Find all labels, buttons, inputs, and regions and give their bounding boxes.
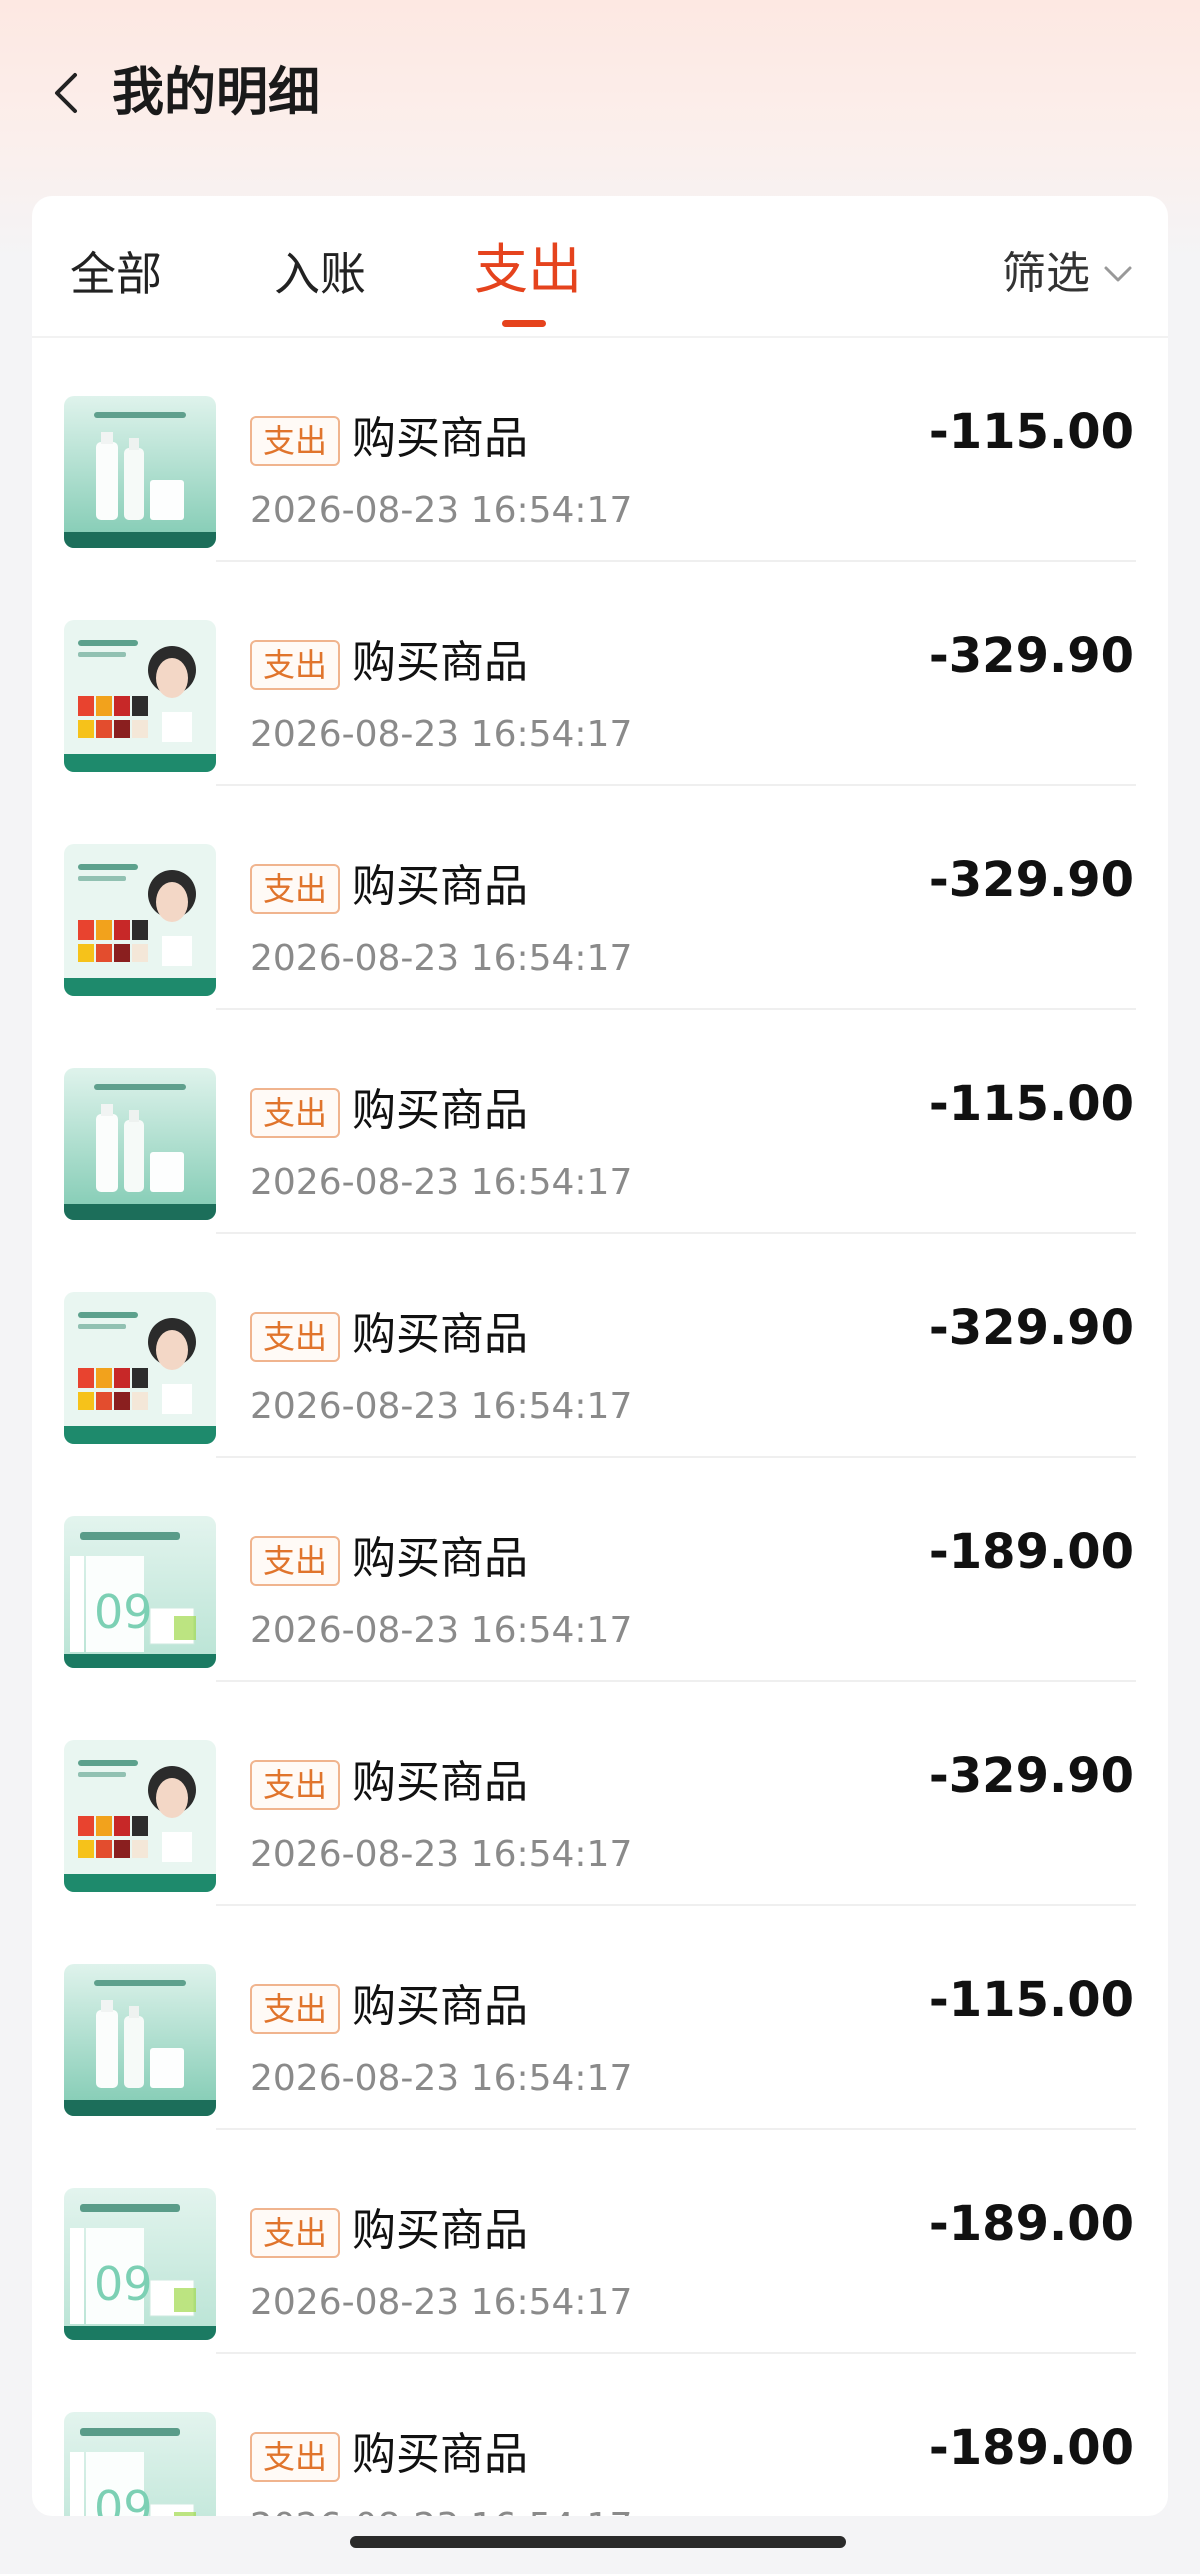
tab-expense[interactable]: 支出 — [474, 240, 582, 300]
expense-badge: 支出 — [250, 640, 340, 690]
transaction-amount: -189.00 — [928, 2196, 1134, 2252]
transaction-title: 购买商品 — [352, 637, 528, 688]
product-thumbnail — [64, 1740, 216, 1892]
tab-income[interactable]: 入账 — [274, 244, 366, 304]
expense-badge: 支出 — [250, 2208, 340, 2258]
product-thumbnail — [64, 1292, 216, 1444]
expense-badge: 支出 — [250, 1760, 340, 1810]
filter-button[interactable]: 筛选 — [1002, 244, 1134, 304]
transaction-amount: -329.90 — [928, 852, 1134, 908]
svg-text:09: 09 — [94, 1585, 153, 1639]
transaction-item[interactable]: 支出 购买商品 2026-08-23 16:54:17 -115.00 — [32, 338, 1168, 562]
transaction-amount: -189.00 — [928, 2420, 1134, 2476]
product-thumbnail: 09 — [64, 1516, 216, 1668]
transaction-item[interactable]: 支出 购买商品 2026-08-23 16:54:17 -329.90 — [32, 562, 1168, 786]
transaction-title: 购买商品 — [352, 1085, 528, 1136]
active-tab-indicator — [502, 320, 546, 327]
transaction-amount: -329.90 — [928, 628, 1134, 684]
svg-text:09: 09 — [94, 2481, 153, 2516]
expense-badge: 支出 — [250, 1536, 340, 1586]
transaction-amount: -329.90 — [928, 1300, 1134, 1356]
svg-text:09: 09 — [94, 2257, 153, 2311]
transaction-amount: -115.00 — [928, 1076, 1134, 1132]
transaction-amount: -115.00 — [928, 404, 1134, 460]
transaction-item[interactable]: 支出 购买商品 2026-08-23 16:54:17 -115.00 — [32, 1906, 1168, 2130]
product-thumbnail — [64, 1068, 216, 1220]
product-thumbnail: 09 — [64, 2188, 216, 2340]
transaction-time: 2026-08-23 16:54:17 — [250, 1162, 633, 1203]
transaction-title: 购买商品 — [352, 413, 528, 464]
transaction-amount: -329.90 — [928, 1748, 1134, 1804]
transaction-time: 2026-08-23 16:54:17 — [250, 938, 633, 979]
page-title: 我的明细 — [112, 63, 321, 123]
home-indicator[interactable] — [350, 2536, 846, 2548]
transaction-title: 购买商品 — [352, 1533, 528, 1584]
chevron-left-icon — [55, 73, 77, 113]
transaction-list: 支出 购买商品 2026-08-23 16:54:17 -115.00 支出 购买商品 20… — [32, 338, 1168, 2516]
expense-badge: 支出 — [250, 416, 340, 466]
transaction-time: 2026-08-23 16:54:17 — [250, 490, 633, 531]
product-thumbnail — [64, 1964, 216, 2116]
product-thumbnail — [64, 620, 216, 772]
transaction-title: 购买商品 — [352, 2205, 528, 2256]
tab-all[interactable]: 全部 — [70, 244, 162, 304]
transaction-item[interactable]: 09 支出购买商品 2026-08-23 16:54:17 -189.00 — [32, 2354, 1168, 2516]
transactions-card: 全部 入账 支出 筛选 支出 购买商品 2026-08-23 16:54:17 -11… — [32, 196, 1168, 2516]
tab-bar: 全部 入账 支出 筛选 — [32, 196, 1168, 338]
transaction-item[interactable]: 09 支出购买商品 2026-08-23 16:54:17 -189.00 — [32, 1458, 1168, 1682]
expense-badge: 支出 — [250, 2432, 340, 2482]
expense-badge: 支出 — [250, 864, 340, 914]
transaction-item[interactable]: 09 支出购买商品 2026-08-23 16:54:17 -189.00 — [32, 2130, 1168, 2354]
transaction-item[interactable]: 支出 购买商品 2026-08-23 16:54:17 -329.90 — [32, 786, 1168, 1010]
transaction-title: 购买商品 — [352, 1981, 528, 2032]
expense-badge: 支出 — [250, 1984, 340, 2034]
header: 我的明细 — [0, 0, 1200, 190]
transaction-item[interactable]: 支出 购买商品 2026-08-23 16:54:17 -115.00 — [32, 1010, 1168, 1234]
transaction-time: 2026-08-23 16:54:17 — [250, 714, 633, 755]
expense-badge: 支出 — [250, 1088, 340, 1138]
product-thumbnail — [64, 396, 216, 548]
transaction-title: 购买商品 — [352, 861, 528, 912]
filter-label: 筛选 — [1002, 248, 1090, 299]
transaction-title: 购买商品 — [352, 1309, 528, 1360]
transaction-time: 2026-08-23 16:54:17 — [250, 2058, 633, 2099]
product-thumbnail — [64, 844, 216, 996]
expense-badge: 支出 — [250, 1312, 340, 1362]
transaction-amount: -189.00 — [928, 1524, 1134, 1580]
product-thumbnail: 09 — [64, 2412, 216, 2516]
chevron-down-icon — [1104, 266, 1132, 282]
transaction-time: 2026-08-23 16:54:17 — [250, 1386, 633, 1427]
transaction-amount: -115.00 — [928, 1972, 1134, 2028]
page: 我的明细 全部 入账 支出 筛选 支出 购买商品 2026-08-23 16:54:… — [0, 0, 1200, 2574]
transaction-title: 购买商品 — [352, 2429, 528, 2480]
transaction-time: 2026-08-23 16:54:17 — [250, 1610, 633, 1651]
transaction-title: 购买商品 — [352, 1757, 528, 1808]
transaction-item[interactable]: 支出 购买商品 2026-08-23 16:54:17 -329.90 — [32, 1682, 1168, 1906]
transaction-time: 2026-08-23 16:54:17 — [250, 2502, 632, 2516]
transaction-time: 2026-08-23 16:54:17 — [250, 2282, 633, 2323]
back-button[interactable] — [36, 58, 96, 128]
transaction-time: 2026-08-23 16:54:17 — [250, 1834, 633, 1875]
transaction-item[interactable]: 支出 购买商品 2026-08-23 16:54:17 -329.90 — [32, 1234, 1168, 1458]
